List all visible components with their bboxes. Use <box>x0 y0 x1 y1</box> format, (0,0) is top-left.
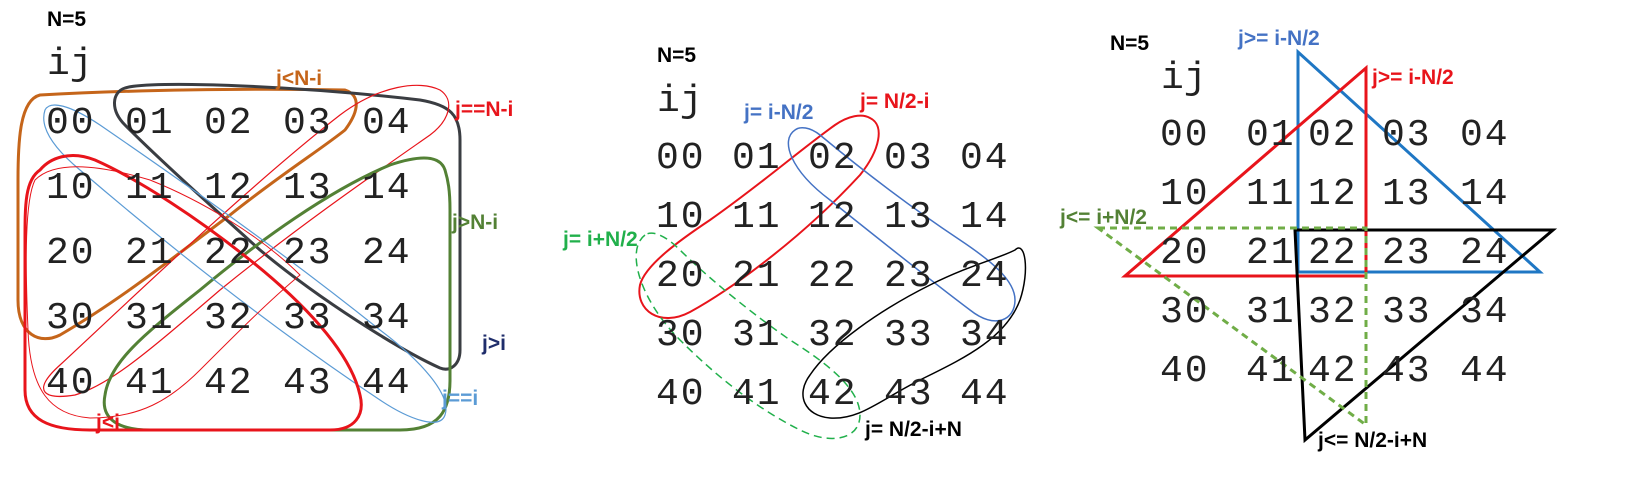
cell: 41 <box>732 373 782 416</box>
cell: 10 <box>656 196 706 239</box>
cell: 14 <box>1460 173 1510 216</box>
cell: 31 <box>1246 291 1296 334</box>
panel2-n-label: N=5 <box>657 44 697 67</box>
cell: 44 <box>362 362 412 405</box>
cell: 34 <box>362 297 412 340</box>
cell: 13 <box>1382 173 1432 216</box>
panel1-n-label: N=5 <box>47 8 87 31</box>
cell: 40 <box>1160 350 1210 393</box>
label-red-ge: j>= i-N/2 <box>1372 66 1454 89</box>
cell: 42 <box>1308 350 1358 393</box>
label-black-le: j<= N/2-i+N <box>1318 429 1428 452</box>
cell: 00 <box>656 137 706 180</box>
cell: 32 <box>204 297 254 340</box>
cell: 40 <box>656 373 706 416</box>
cell: 32 <box>808 314 858 357</box>
cell: 22 <box>1308 232 1358 275</box>
label-j-eq-i-minus-half: j= i-N/2 <box>744 101 814 124</box>
panel1-ij-header: ij <box>47 43 93 86</box>
cell: 24 <box>1460 232 1510 275</box>
cell: 43 <box>1382 350 1432 393</box>
cell: 04 <box>960 137 1010 180</box>
cell: 23 <box>1382 232 1432 275</box>
cell: 31 <box>125 297 175 340</box>
cell: 01 <box>125 102 175 145</box>
cell: 01 <box>1246 114 1296 157</box>
cell: 02 <box>1308 114 1358 157</box>
cell: 11 <box>125 167 175 210</box>
cell: 20 <box>46 232 96 275</box>
cell: 14 <box>960 196 1010 239</box>
cell: 33 <box>1382 291 1432 334</box>
cell: 14 <box>362 167 412 210</box>
cell: 42 <box>204 362 254 405</box>
cell: 00 <box>1160 114 1210 157</box>
cell: 24 <box>960 255 1010 298</box>
cell: 30 <box>1160 291 1210 334</box>
label-j-eq-n-minus-i: j==N-i <box>455 98 514 121</box>
cell: 30 <box>656 314 706 357</box>
label-j-eq-i: j==i <box>442 387 479 410</box>
cell: 40 <box>46 362 96 405</box>
cell: 03 <box>884 137 934 180</box>
cell: 11 <box>732 196 782 239</box>
cell: 22 <box>204 232 254 275</box>
cell: 02 <box>808 137 858 180</box>
cell: 23 <box>283 232 333 275</box>
cell: 33 <box>884 314 934 357</box>
cell: 03 <box>283 102 333 145</box>
cell: 13 <box>283 167 333 210</box>
cell: 02 <box>204 102 254 145</box>
cell: 34 <box>1460 291 1510 334</box>
label-j-eq-half-minus-i: j= N/2-i <box>860 90 930 113</box>
cell: 10 <box>46 167 96 210</box>
cell: 13 <box>884 196 934 239</box>
cell: 41 <box>125 362 175 405</box>
cell: 20 <box>656 255 706 298</box>
panel3-n-label: N=5 <box>1110 32 1150 55</box>
cell: 11 <box>1246 173 1296 216</box>
cell: 12 <box>1308 173 1358 216</box>
label-j-gt-i: j>i <box>482 332 506 355</box>
cell: 22 <box>808 255 858 298</box>
cell: 21 <box>1246 232 1296 275</box>
cell: 20 <box>1160 232 1210 275</box>
cell: 41 <box>1246 350 1296 393</box>
label-j-lt-i: j<i <box>96 411 120 434</box>
label-green-le: j<= i+N/2 <box>1060 206 1147 229</box>
cell: 23 <box>884 255 934 298</box>
cell: 01 <box>732 137 782 180</box>
cell: 00 <box>46 102 96 145</box>
diagram-canvas: N=5 ij 00 01 02 03 04 10 11 12 13 14 20 … <box>0 0 1645 483</box>
cell: 04 <box>1460 114 1510 157</box>
label-j-eq-half-minus-i-plus-n: j= N/2-i+N <box>865 418 962 441</box>
cell: 03 <box>1382 114 1432 157</box>
cell: 42 <box>808 373 858 416</box>
cell: 21 <box>732 255 782 298</box>
cell: 31 <box>732 314 782 357</box>
cell: 44 <box>960 373 1010 416</box>
cell: 32 <box>1308 291 1358 334</box>
cell: 24 <box>362 232 412 275</box>
cell: 33 <box>283 297 333 340</box>
label-j-eq-i-plus-half: j= i+N/2 <box>563 228 638 251</box>
cell: 10 <box>1160 173 1210 216</box>
panel3-ij-header: ij <box>1161 57 1207 100</box>
label-blue-ge: j>= i-N/2 <box>1238 27 1320 50</box>
cell: 30 <box>46 297 96 340</box>
cell: 43 <box>884 373 934 416</box>
cell: 21 <box>125 232 175 275</box>
cell: 43 <box>283 362 333 405</box>
panel2-ij-header: ij <box>657 80 703 123</box>
cell: 34 <box>960 314 1010 357</box>
label-j-gt-n-minus-i: j>N-i <box>452 211 499 234</box>
cell: 44 <box>1460 350 1510 393</box>
cell: 04 <box>362 102 412 145</box>
label-j-lt-n-minus-i: j<N-i <box>276 67 323 90</box>
cell: 12 <box>808 196 858 239</box>
cell: 12 <box>204 167 254 210</box>
